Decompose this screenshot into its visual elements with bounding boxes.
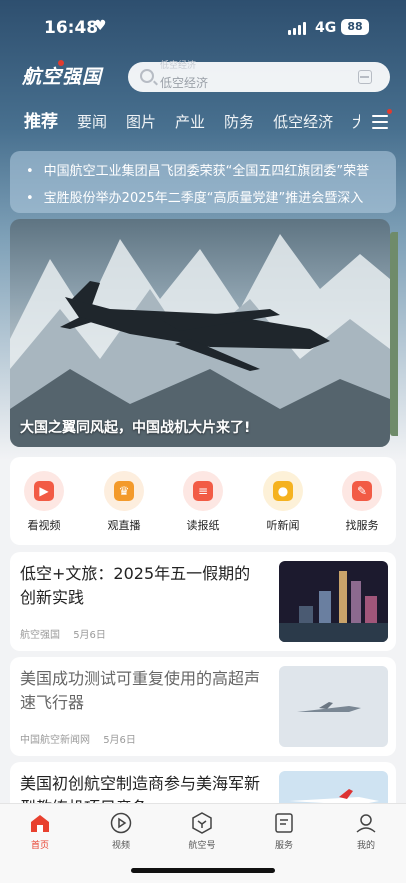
tab-headlines[interactable]: 要闻 (77, 110, 107, 140)
search-icon (140, 69, 154, 83)
news-source: 中国航空新闻网 (20, 735, 90, 746)
status-time: 16:48 (44, 18, 99, 38)
tabbar-label: 航空号 (188, 841, 216, 851)
news-source: 航空强国 (20, 630, 60, 641)
tab-industry[interactable]: 产业 (175, 110, 205, 140)
search-previous-hint: 低空经济 (160, 61, 197, 71)
news-ticker[interactable]: 中国航空工业集团昌飞团委荣获“全国五四红旗团委”荣誉 宝胜股份举办2025年二季… (10, 151, 396, 213)
news-item[interactable]: 低空+文旅：2025年五一假期的创新实践 航空强国 5月6日 (10, 552, 396, 651)
news-thumbnail (279, 561, 388, 642)
video-icon: ▶ (24, 471, 64, 511)
notification-dot (387, 109, 392, 114)
search-placeholder: 低空经济 (160, 76, 209, 90)
tabbar-aviation[interactable]: 航空号 (172, 812, 232, 851)
network-type: 4G (315, 20, 337, 36)
news-item[interactable]: 美国成功测试可重复使用的高超声速飞行器 中国航空新闻网 5月6日 (10, 657, 396, 756)
news-title: 美国成功测试可重复使用的高超声速飞行器 (20, 669, 261, 712)
watch-video-button[interactable]: ▶ 看视频 (14, 471, 74, 533)
heart-icon: ♥ (94, 18, 107, 34)
banner-title: 大国之翼同风起，中国战机大片来了! (20, 420, 251, 436)
newspaper-icon: ≡ (183, 471, 223, 511)
tabbar-label: 我的 (356, 841, 375, 851)
banner-next-peek[interactable] (390, 232, 398, 436)
microphone-icon: ● (263, 471, 303, 511)
tab-low-altitude-economy[interactable]: 低空经济 (273, 110, 333, 140)
quick-action-label: 读报纸 (186, 519, 220, 532)
menu-icon[interactable] (372, 115, 388, 129)
tabbar-label: 首页 (30, 841, 49, 851)
home-indicator (131, 868, 275, 873)
tab-partial[interactable]: 大 (352, 110, 360, 140)
play-circle-icon (110, 812, 132, 834)
news-date: 5月6日 (103, 735, 136, 746)
tab-recommend[interactable]: 推荐 (24, 110, 58, 140)
tabbar-mine[interactable]: 我的 (336, 812, 396, 851)
news-title: 低空+文旅：2025年五一假期的创新实践 (20, 564, 251, 607)
category-tabs: 推荐 要闻 图片 产业 防务 低空经济 大 (24, 110, 360, 140)
quick-actions: ▶ 看视频 ♛ 观直播 ≡ 读报纸 ● 听新闻 ✎ 找服务 (10, 457, 396, 545)
status-bar: 16:48 ♥ 4G 88 (0, 14, 406, 42)
quick-action-label: 看视频 (27, 519, 61, 532)
banner-image (10, 234, 390, 447)
listen-news-button[interactable]: ● 听新闻 (253, 471, 313, 533)
search-bar[interactable]: 低空经济 低空经济 (128, 61, 390, 92)
aviation-badge-icon (191, 812, 213, 834)
news-meta: 航空强国 5月6日 (20, 626, 106, 641)
logo-accent-dot (58, 60, 64, 66)
app-logo[interactable]: 航空强国 (22, 62, 102, 89)
quick-action-label: 找服务 (345, 519, 379, 532)
tabbar-label: 视频 (111, 841, 130, 851)
service-icon: ✎ (342, 471, 382, 511)
signal-icon (288, 22, 306, 35)
read-newspaper-button[interactable]: ≡ 读报纸 (173, 471, 233, 533)
find-service-button[interactable]: ✎ 找服务 (332, 471, 392, 533)
news-meta: 中国航空新闻网 5月6日 (20, 731, 136, 746)
user-icon (355, 812, 377, 834)
tabbar-service[interactable]: 服务 (254, 812, 314, 851)
watch-live-button[interactable]: ♛ 观直播 (94, 471, 154, 533)
tabbar-label: 服务 (274, 841, 293, 851)
news-thumbnail (279, 666, 388, 747)
news-date: 5月6日 (73, 630, 106, 641)
trophy-icon: ♛ (104, 471, 144, 511)
battery-icon: 88 (341, 19, 369, 35)
tab-defense[interactable]: 防务 (224, 110, 254, 140)
scan-icon[interactable] (358, 70, 372, 84)
featured-banner[interactable]: 大国之翼同风起，中国战机大片来了! (10, 219, 390, 447)
ticker-item[interactable]: 宝胜股份举办2025年二季度“高质量党建”推进会暨深入 (26, 187, 364, 206)
ticker-item[interactable]: 中国航空工业集团昌飞团委荣获“全国五四红旗团委”荣誉 (26, 160, 369, 179)
quick-action-label: 听新闻 (266, 519, 300, 532)
document-icon (273, 812, 295, 834)
tabbar-video[interactable]: 视频 (91, 812, 151, 851)
home-icon (29, 812, 51, 834)
tab-pictures[interactable]: 图片 (126, 110, 156, 140)
quick-action-label: 观直播 (107, 519, 141, 532)
tabbar-home[interactable]: 首页 (10, 812, 70, 851)
